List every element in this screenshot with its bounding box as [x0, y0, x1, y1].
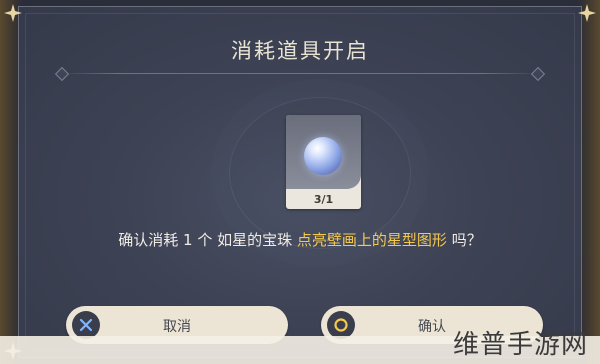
item-art [286, 115, 361, 189]
message-suffix: 吗？ [446, 231, 482, 249]
item-card[interactable]: 3/1 [286, 115, 361, 209]
message-highlight: 点亮壁画上的星型图形 [296, 231, 447, 249]
corner-star-icon [4, 4, 22, 22]
site-watermark: 维普手游网 [452, 330, 588, 360]
dialog-title: 消耗道具开启 [231, 39, 369, 63]
item-count: 3/1 [313, 193, 334, 206]
corner-star-icon [578, 4, 596, 22]
cancel-button-label: 取消 [163, 319, 191, 335]
message-prefix: 确认消耗 1 个 如星的宝珠 [118, 231, 297, 249]
pearl-orb-icon [304, 137, 342, 175]
confirm-message: 确认消耗 1 个 如星的宝珠 点亮壁画上的星型图形 吗？ [19, 229, 581, 250]
title-divider [61, 73, 539, 74]
